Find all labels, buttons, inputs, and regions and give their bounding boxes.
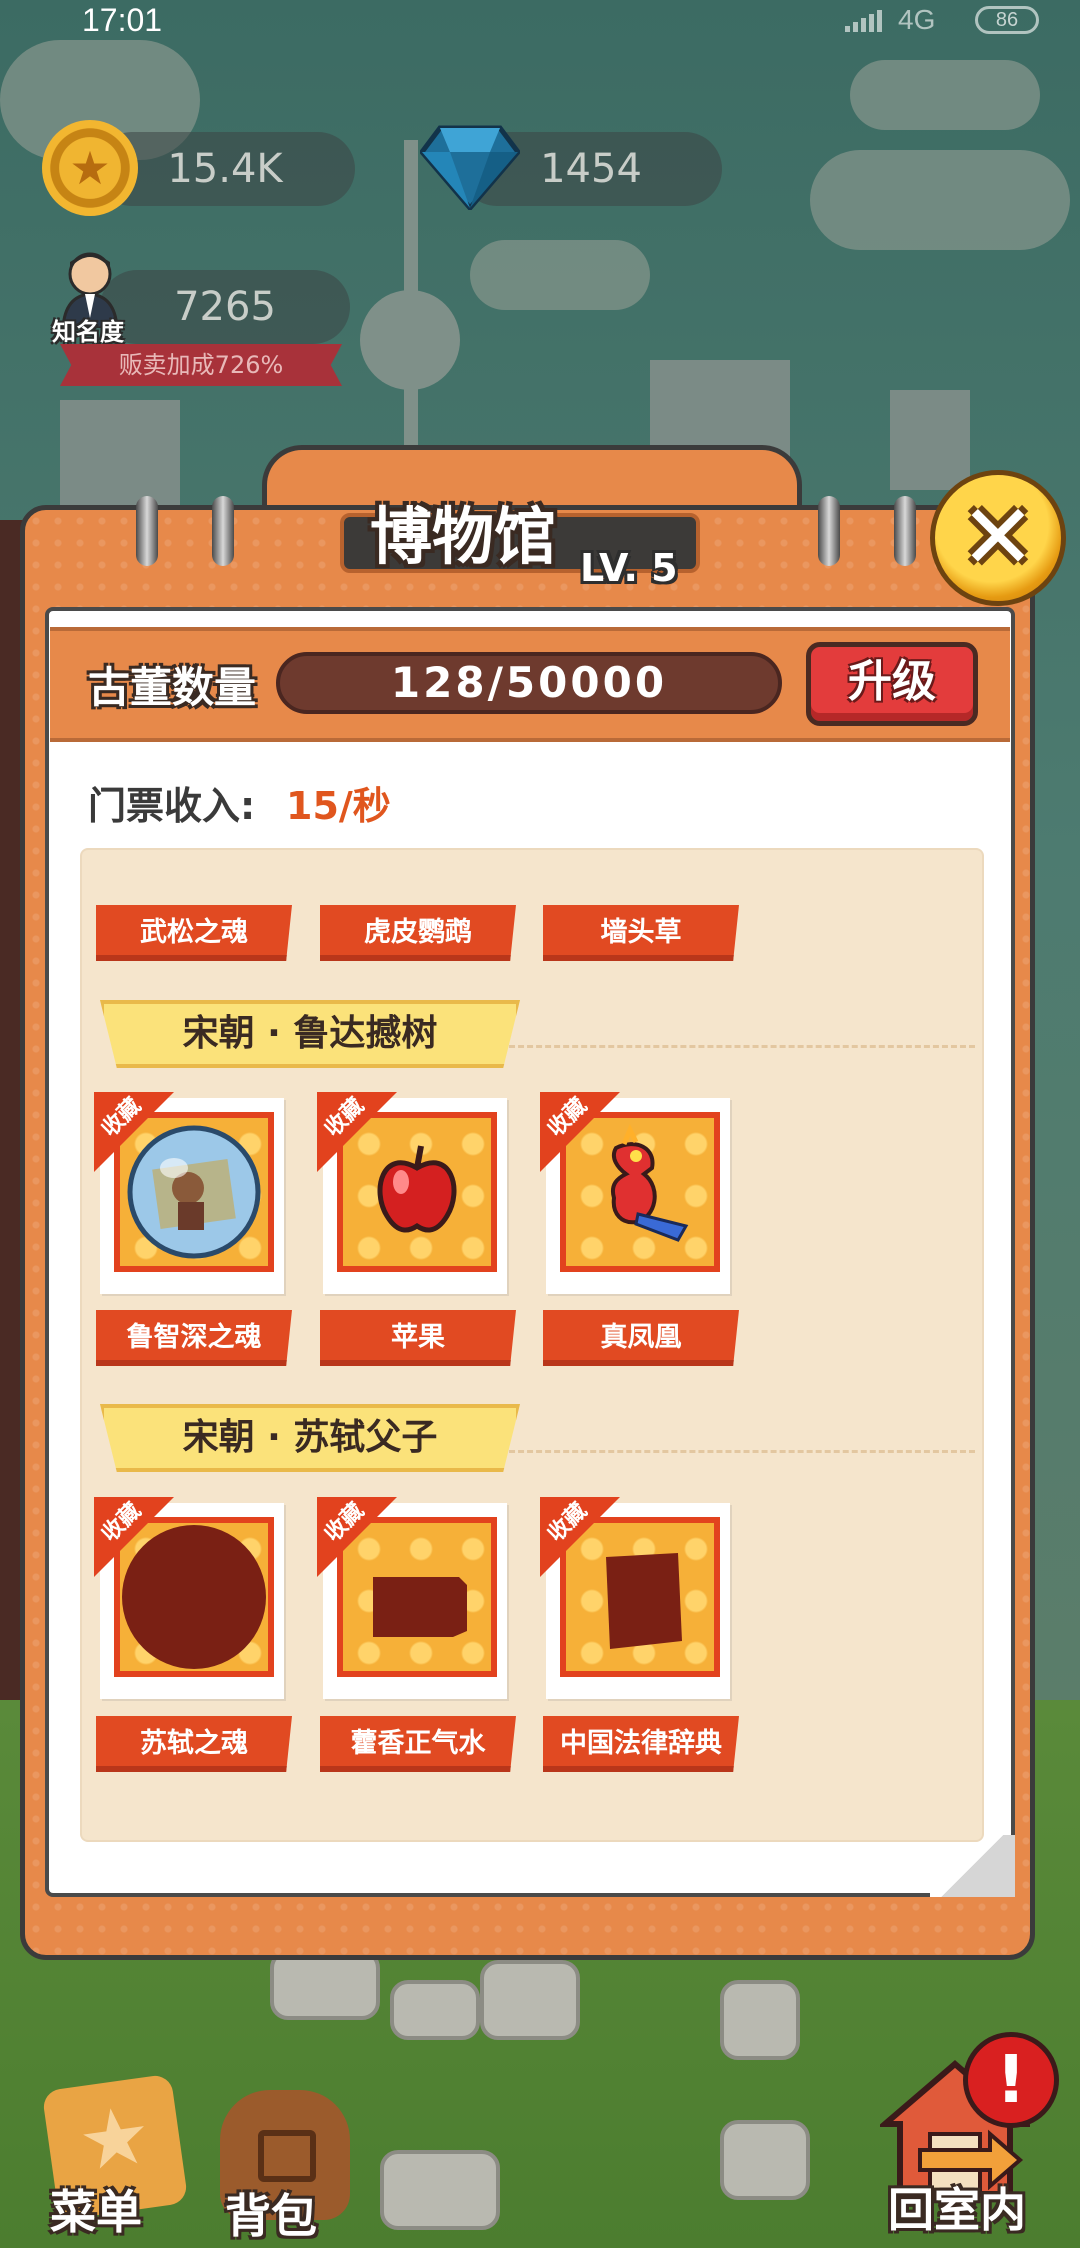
binder-ring [894,496,916,566]
section-divider [500,1450,975,1453]
item-name: 真凤凰 [543,1310,739,1366]
binder-ring [136,496,158,566]
apple-icon [377,1145,457,1233]
path-stone [720,2120,810,2200]
path-stone [720,1980,800,2060]
cloud [850,60,1040,130]
soul-orb-icon [127,1125,261,1259]
sales-bonus-ribbon: 贩卖加成726% [60,344,342,386]
coin-icon [42,120,138,216]
close-icon: ✕ [960,485,1036,590]
item-name: 虎皮鹦鹉 [320,905,516,961]
section-divider [500,1045,975,1048]
antique-count-label: 古董数量 [88,663,257,712]
section-title: 宋朝 · 苏轼父子 [100,1404,520,1472]
item-name: 藿香正气水 [320,1716,516,1772]
binder-ring [212,496,234,566]
battery-icon: 86 [975,6,1039,34]
cloud [810,150,1070,250]
ticket-income-value: 15/秒 [286,784,391,828]
item-frame [337,1112,497,1272]
item-card[interactable]: 收藏 [317,1092,507,1294]
building [60,400,180,520]
item-frame [337,1517,497,1677]
locked-box-silhouette-icon [373,1577,467,1637]
network-label: 4G [898,4,936,35]
item-name: 苹果 [320,1310,516,1366]
item-card[interactable]: 收藏 [540,1497,730,1699]
fame-counter[interactable]: 7265 [100,270,350,344]
tv-tower-sphere [360,290,460,390]
upgrade-button[interactable]: 升级 [806,642,978,726]
item-name: 鲁智深之魂 [96,1310,292,1366]
item-name: 苏轼之魂 [96,1716,292,1772]
cloud [470,240,650,310]
signal-icon [845,8,883,32]
status-time: 17:01 [82,2,163,38]
alert-badge: ! [963,2032,1059,2128]
item-name: 武松之魂 [96,905,292,961]
item-name: 中国法律辞典 [543,1716,739,1772]
item-frame [560,1517,720,1677]
museum-level: LV. 5 [580,546,678,590]
status-bar: 17:01 4G 86 [0,0,1080,40]
path-stone [380,2150,500,2230]
locked-circle-silhouette-icon [122,1525,266,1669]
path-stone [270,1950,380,2020]
fame-label: 知名度 [52,318,124,346]
item-card[interactable]: 收藏 [94,1092,284,1294]
item-card[interactable]: 收藏 [94,1497,284,1699]
antique-count-value: 128/50000 [276,652,782,714]
item-name: 墙头草 [543,905,739,961]
binder-ring [818,496,840,566]
item-frame [114,1517,274,1677]
section-title: 宋朝 · 鲁达撼树 [100,1000,520,1068]
close-button[interactable]: ✕ [930,470,1066,606]
item-frame [114,1112,274,1272]
item-card[interactable]: 收藏 [317,1497,507,1699]
gem-icon [420,125,520,210]
menu-button[interactable]: 菜单 [50,2176,142,2242]
path-stone [480,1960,580,2040]
item-frame [560,1112,720,1272]
ticket-income-label: 门票收入: [88,784,256,828]
path-stone [390,1980,480,2040]
backpack-button[interactable]: 背包 [225,2180,317,2246]
locked-book-silhouette-icon [606,1553,682,1649]
page-curl [930,1835,1015,1897]
item-card[interactable]: 收藏 [540,1092,730,1294]
back-indoor-button[interactable]: 回室内 [888,2174,1026,2240]
phoenix-icon [611,1124,689,1242]
